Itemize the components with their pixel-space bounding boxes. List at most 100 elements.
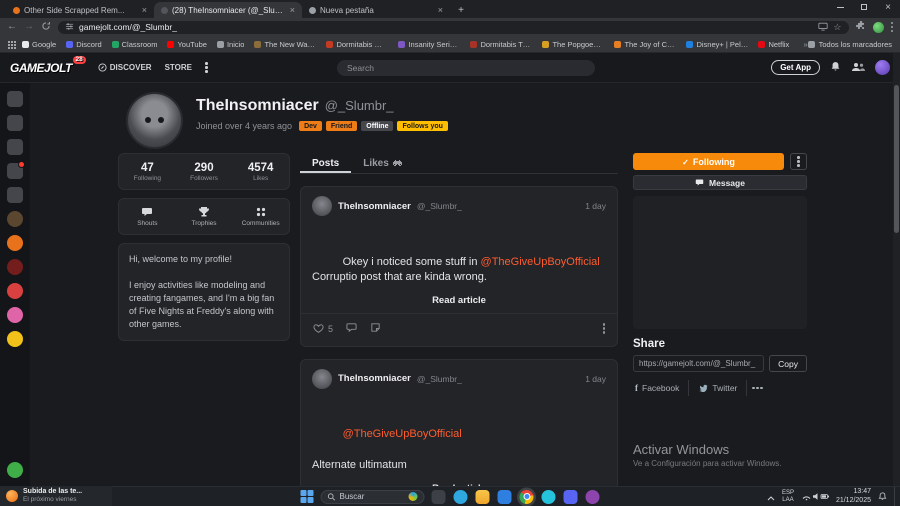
browser-menu-icon[interactable] <box>890 25 893 29</box>
communities-link[interactable]: Communities <box>232 206 289 227</box>
user-avatar[interactable] <box>875 60 890 75</box>
share-more-button[interactable] <box>747 380 768 396</box>
bookmark-item[interactable]: Classroom <box>111 40 157 49</box>
tab-close-icon[interactable] <box>290 6 295 15</box>
bookmark-item[interactable]: Google <box>22 40 56 49</box>
post-timestamp[interactable]: 1 day <box>585 374 606 384</box>
share-twitter-button[interactable]: Twitter <box>689 380 748 396</box>
reload-icon[interactable] <box>41 21 51 34</box>
install-icon[interactable] <box>818 18 829 36</box>
like-button[interactable]: 5 <box>313 323 333 334</box>
site-settings-icon[interactable] <box>65 18 74 36</box>
bookmark-item[interactable]: The Joy of Creation... <box>614 40 676 49</box>
sidebar-shortcut[interactable] <box>7 283 23 299</box>
post-author-avatar[interactable] <box>312 368 332 389</box>
page-scrollbar[interactable] <box>893 53 900 486</box>
post-author-name[interactable]: TheInsomniacer <box>338 373 411 384</box>
post-author-avatar[interactable] <box>312 196 332 216</box>
sidebar-shortcut[interactable] <box>7 331 23 347</box>
sidebar-shortcut[interactable] <box>7 307 23 323</box>
sidebar-shortcut[interactable] <box>7 115 23 131</box>
profile-stat[interactable]: 47 Following <box>119 162 176 182</box>
profile-avatar[interactable] <box>126 92 183 149</box>
share-facebook-button[interactable]: Facebook <box>633 380 690 396</box>
show-desktop-button[interactable] <box>894 487 897 506</box>
profile-stat[interactable]: 290 Followers <box>176 162 233 182</box>
tab-close-icon[interactable] <box>142 6 147 15</box>
browser-tab[interactable]: Other Side Scrapped Rem... <box>6 2 154 18</box>
gamejolt-logo[interactable]: GAMEJOLT 28 <box>10 55 86 75</box>
forward-icon[interactable] <box>24 22 34 32</box>
taskbar-search[interactable]: Buscar <box>320 489 425 504</box>
bookmark-item[interactable]: Netflix <box>758 40 789 49</box>
language-indicator[interactable]: ESP LAA <box>782 490 794 504</box>
tab-posts[interactable]: Posts <box>300 153 351 173</box>
address-bar[interactable]: gamejolt.com/@_Slumbr_ <box>58 18 849 36</box>
apps-grid-icon[interactable] <box>8 41 10 43</box>
tab-likes[interactable]: Likes <box>351 153 414 173</box>
bookmark-star-icon[interactable] <box>833 22 841 33</box>
share-url-field[interactable]: https://gamejolt.com/@_Slumbr_ <box>633 355 765 372</box>
taskbar-notification-widget[interactable]: Subida de las te... El próximo viernes <box>0 486 112 506</box>
taskbar-app-icon[interactable] <box>475 489 490 504</box>
extensions-puzzle-icon[interactable] <box>855 18 866 36</box>
sidebar-shortcut[interactable] <box>7 211 23 227</box>
following-button[interactable]: Following <box>633 153 784 170</box>
taskbar-app-icon[interactable] <box>563 489 578 504</box>
tab-close-icon[interactable] <box>438 6 443 15</box>
network-volume-battery-icons[interactable] <box>801 488 829 506</box>
browser-profile-avatar[interactable] <box>872 21 884 33</box>
trophies-link[interactable]: Trophies <box>176 206 233 227</box>
shouts-link[interactable]: Shouts <box>119 206 176 227</box>
back-icon[interactable] <box>7 22 17 32</box>
read-article-link[interactable]: Read article <box>312 295 606 306</box>
bookmark-item[interactable]: Discord <box>66 40 102 49</box>
profile-stat[interactable]: 4574 Likes <box>232 162 289 182</box>
bookmark-item[interactable]: Dormitabis Wikia <box>326 40 388 49</box>
start-button[interactable] <box>300 490 314 503</box>
get-app-button[interactable]: Get App <box>771 60 820 75</box>
discover-link[interactable]: DISCOVER <box>98 63 152 72</box>
browser-tab[interactable]: (28) TheInsomniacer (@_Slumbr... <box>154 2 302 18</box>
profile-options-button[interactable] <box>790 153 807 170</box>
notifications-bell-icon[interactable] <box>830 59 841 77</box>
store-link[interactable]: STORE <box>165 63 192 72</box>
sidebar-shortcut[interactable] <box>7 187 23 203</box>
notification-center-bell-icon[interactable] <box>878 488 887 506</box>
scrollbar-thumb[interactable] <box>894 85 899 233</box>
minimize-button[interactable] <box>828 0 852 14</box>
clock[interactable]: 13:47 21/12/2025 <box>836 488 871 506</box>
browser-tab[interactable]: Nueva pestaña <box>302 2 450 18</box>
close-button[interactable] <box>876 0 900 14</box>
taskbar-app-icon[interactable] <box>431 489 446 504</box>
taskbar-app-icon[interactable] <box>453 489 468 504</box>
post-timestamp[interactable]: 1 day <box>585 201 606 211</box>
taskbar-app-icon[interactable] <box>497 489 512 504</box>
all-bookmarks-button[interactable]: Todos los marcadores <box>807 40 892 49</box>
bookmark-item[interactable]: Disney+ | Peliculas y... <box>686 40 748 49</box>
taskbar-app-icon[interactable] <box>585 489 600 504</box>
gamejolt-search-input[interactable] <box>337 60 595 76</box>
sidebar-shortcut[interactable] <box>7 462 23 478</box>
sidebar-shortcut[interactable] <box>7 161 25 179</box>
copy-button[interactable]: Copy <box>769 355 807 372</box>
tray-chevron-icon[interactable] <box>767 488 775 506</box>
bookmark-item[interactable]: The Popgoes Pizzeri... <box>542 40 604 49</box>
sidebar-shortcut[interactable] <box>7 235 23 251</box>
taskbar-app-icon[interactable] <box>519 489 534 504</box>
comment-button[interactable] <box>346 320 357 338</box>
bookmark-item[interactable]: YouTube <box>167 40 207 49</box>
sidebar-shortcut[interactable] <box>7 139 23 155</box>
bookmark-item[interactable]: Dormitabis Trilogy... <box>470 40 532 49</box>
new-tab-button[interactable] <box>454 3 468 17</box>
friends-icon[interactable] <box>851 59 865 77</box>
maximize-button[interactable] <box>852 0 876 14</box>
sidebar-shortcut[interactable] <box>7 259 23 275</box>
sticker-button[interactable] <box>370 320 381 338</box>
post-menu-icon[interactable] <box>602 327 605 330</box>
taskbar-app-icon[interactable] <box>541 489 556 504</box>
nav-more-icon[interactable] <box>205 66 208 69</box>
post-author-name[interactable]: TheInsomniacer <box>338 201 411 212</box>
bookmark-item[interactable]: The New Waltem Fil... <box>254 40 316 49</box>
bookmark-item[interactable]: Insanity Series Wiki <box>398 40 460 49</box>
